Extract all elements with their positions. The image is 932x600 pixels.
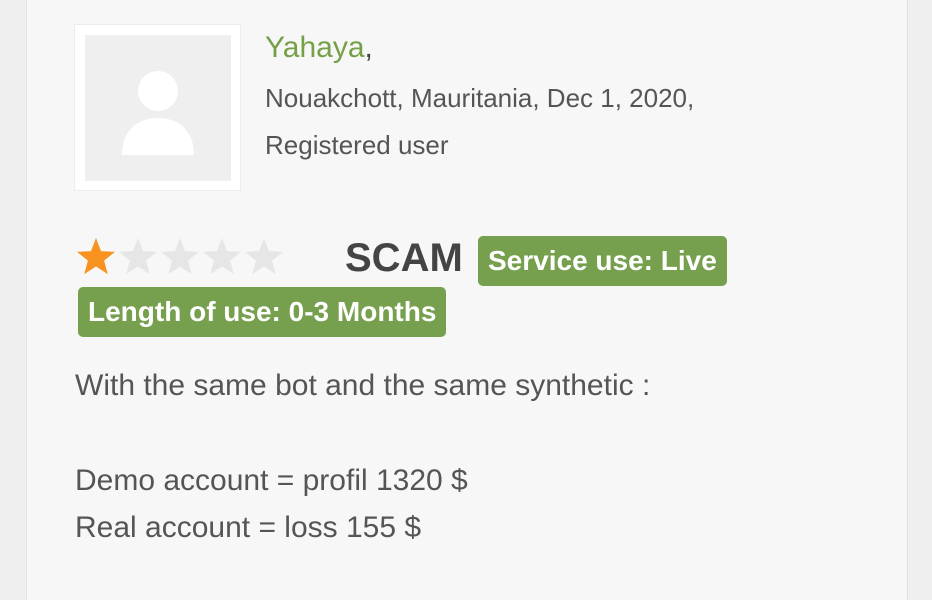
review-card: Yahaya, Nouakchott, Mauritania, Dec 1, 2…	[26, 0, 908, 600]
star-rating	[75, 236, 285, 280]
review-body-line: With the same bot and the same synthetic…	[75, 369, 651, 402]
review-body-line: Real account = loss 155 $	[75, 511, 422, 544]
review-verdict: SCAM	[345, 236, 463, 280]
author-separator: ,	[364, 31, 373, 64]
length-of-use-badge: Length of use: 0-3 Months	[78, 287, 447, 337]
star-icon	[244, 238, 284, 275]
user-silhouette-icon	[122, 71, 194, 155]
review-author: Yahaya,	[265, 28, 373, 68]
avatar	[74, 24, 241, 191]
service-use-badge: Service use: Live	[478, 236, 727, 286]
star-icon	[118, 238, 158, 275]
author-user-type: Registered user	[265, 130, 449, 160]
star-icon	[160, 238, 200, 275]
author-name-link[interactable]: Yahaya	[265, 31, 365, 64]
avatar-placeholder	[85, 35, 231, 181]
star-icon	[202, 238, 242, 275]
author-location-date: Nouakchott, Mauritania, Dec 1, 2020,	[265, 83, 695, 113]
star-icon	[76, 238, 116, 275]
review-body-line: Demo account = profil 1320 $	[75, 464, 468, 497]
